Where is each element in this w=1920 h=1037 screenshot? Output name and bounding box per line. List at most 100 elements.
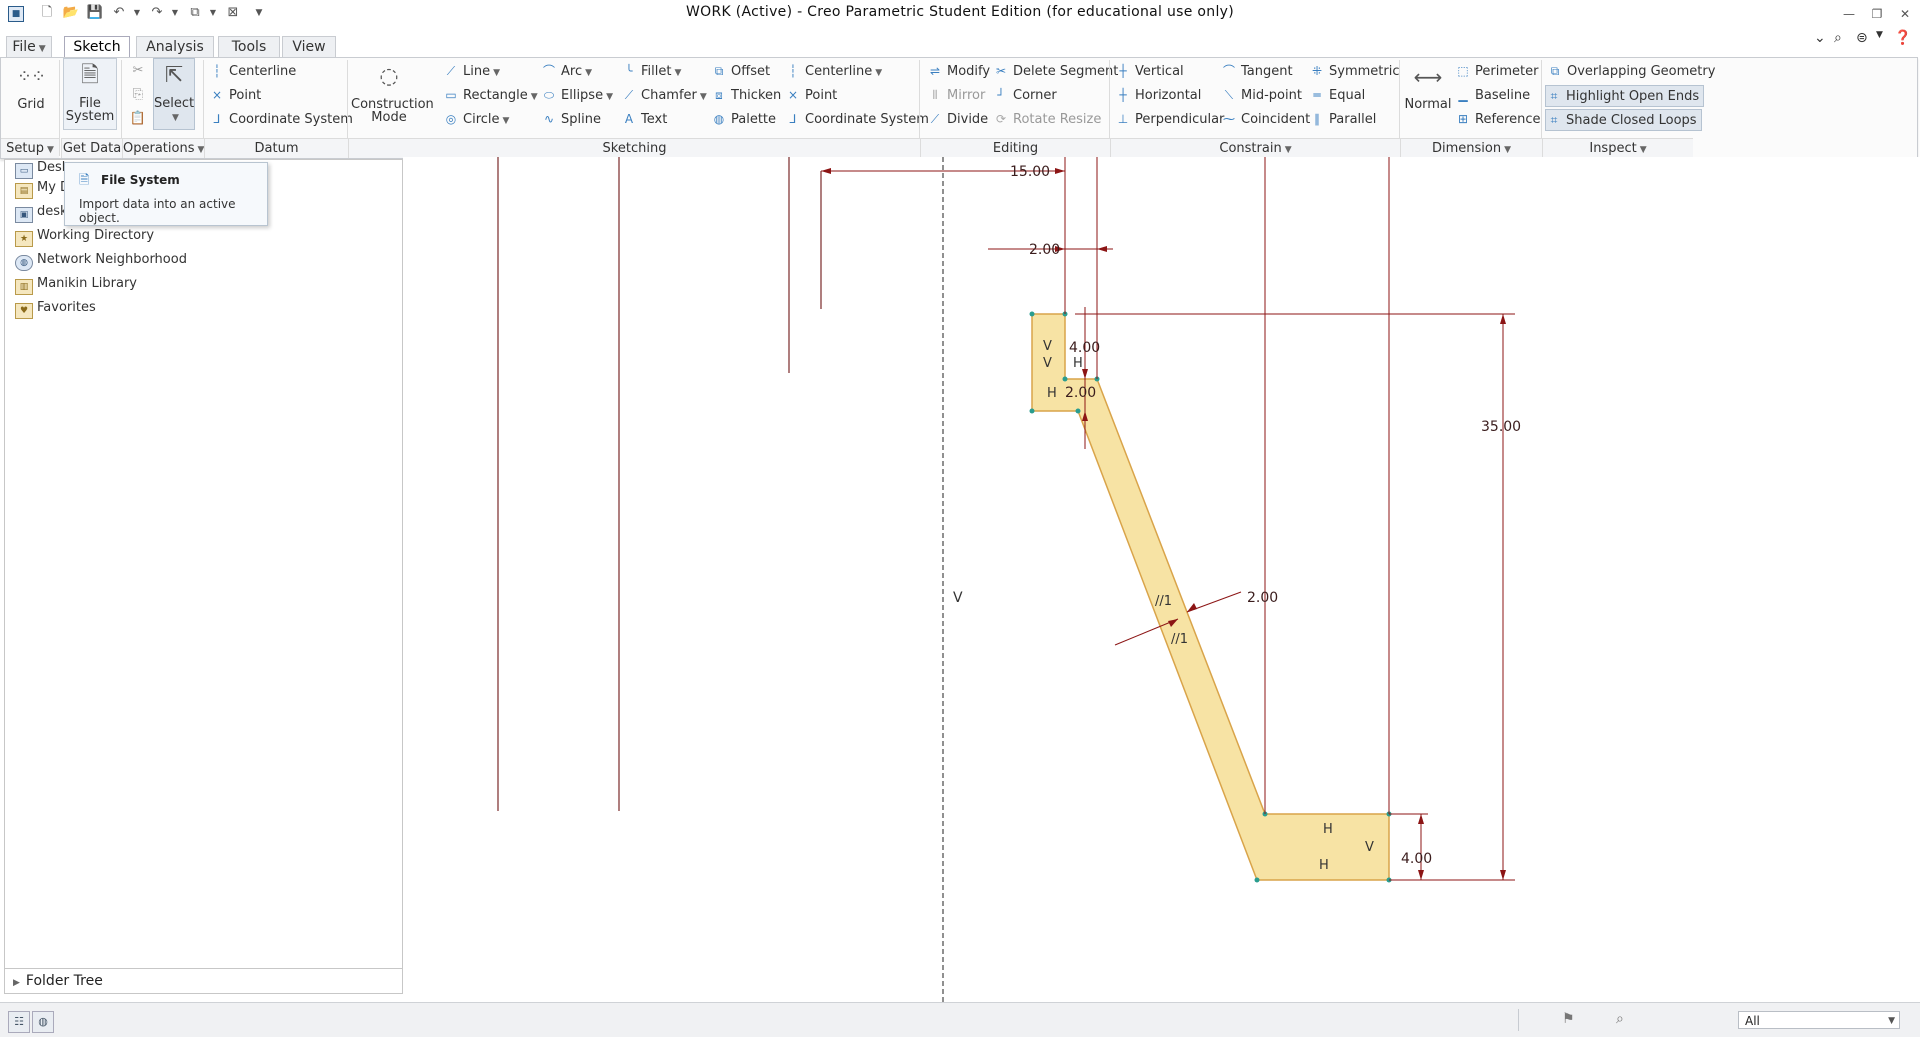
copy-icon[interactable]: ⎘: [129, 86, 147, 104]
restore-icon[interactable]: ❐: [1866, 4, 1888, 24]
normal-dimension-button[interactable]: ⟷ Normal: [1403, 60, 1453, 111]
highlight-open-ends-button[interactable]: ⌗ Highlight Open Ends: [1545, 85, 1705, 107]
constraint-vertical[interactable]: V: [1043, 339, 1052, 354]
tree-item-working-directory[interactable]: ★ Working Directory: [15, 226, 154, 247]
constraint-horizontal[interactable]: H: [1319, 858, 1329, 873]
graphics-area[interactable]: V 15.00 2.00 4.00 2.00 35.00 2.00 4.00 V…: [403, 157, 1920, 1002]
group-operations[interactable]: Operations ▼: [122, 138, 204, 158]
dimension-small-width[interactable]: 2.00: [1029, 242, 1060, 258]
vertical-button[interactable]: ┼ Vertical: [1115, 61, 1183, 81]
close-icon[interactable]: ✕: [1894, 4, 1916, 24]
thicken-button[interactable]: ⧈ Thicken: [711, 85, 781, 105]
perimeter-button[interactable]: ⬚ Perimeter: [1455, 61, 1538, 81]
tree-item-desktop[interactable]: ▭ Desk: [15, 158, 69, 179]
palette-button[interactable]: ◍ Palette: [711, 109, 776, 129]
chamfer-button[interactable]: ⟋ Chamfer ▼: [621, 85, 707, 105]
equal-button[interactable]: ═ Equal: [1309, 85, 1365, 105]
dimension-top-width[interactable]: 15.00: [1010, 164, 1050, 180]
datum-centerline-button[interactable]: ┆ Centerline: [209, 61, 296, 81]
circle-button[interactable]: ◎ Circle ▼: [443, 109, 510, 129]
delete-segment-button[interactable]: ✂ Delete Segment: [993, 61, 1118, 81]
shade-closed-loops-button[interactable]: ⌗ Shade Closed Loops: [1545, 109, 1702, 131]
construction-mode-button[interactable]: ◌ Construction Mode: [351, 60, 434, 124]
dimension-step-width[interactable]: 2.00: [1065, 385, 1096, 401]
group-dimension[interactable]: Dimension ▼: [1400, 138, 1542, 158]
datum-coordinate-system-button[interactable]: ⅃ Coordinate System: [209, 109, 353, 129]
vertex[interactable]: [1062, 376, 1068, 382]
offset-button[interactable]: ⧉ Offset: [711, 61, 770, 81]
constraint-vertical[interactable]: V: [1043, 356, 1052, 371]
rectangle-button[interactable]: ▭ Rectangle ▼: [443, 85, 537, 105]
group-setup[interactable]: Setup ▼: [1, 138, 59, 158]
group-constrain[interactable]: Constrain ▼: [1110, 138, 1400, 158]
tree-item-favorites[interactable]: ♥ Favorites: [15, 298, 96, 319]
vertex[interactable]: [1254, 877, 1260, 883]
tab-sketch[interactable]: Sketch: [64, 36, 130, 57]
parallel-button[interactable]: ∥ Parallel: [1309, 109, 1376, 129]
dimension-bottom-height[interactable]: 4.00: [1401, 851, 1432, 867]
modify-button[interactable]: ⇌ Modify: [927, 61, 990, 81]
selection-filter-dropdown[interactable]: All ▼: [1738, 1011, 1900, 1029]
coincident-button[interactable]: ⁓ Coincident: [1221, 109, 1310, 129]
symmetric-button[interactable]: ⁜ Symmetric: [1309, 61, 1400, 81]
perpendicular-button[interactable]: ⊥ Perpendicular: [1115, 109, 1225, 129]
dimension-step-height[interactable]: 4.00: [1069, 340, 1100, 356]
constraint-horizontal[interactable]: H: [1047, 386, 1057, 401]
spline-button[interactable]: ∿ Spline: [541, 109, 601, 129]
tree-item-my-documents[interactable]: ▤ My D: [15, 178, 70, 199]
dimension-total-height[interactable]: 35.00: [1481, 419, 1521, 435]
grid-button[interactable]: ⁘⁘ Grid: [11, 60, 51, 111]
corner-button[interactable]: ┘ Corner: [993, 85, 1056, 105]
vertex[interactable]: [1075, 408, 1081, 414]
tab-analysis[interactable]: Analysis: [136, 36, 214, 57]
flag-icon[interactable]: ⚑: [1562, 1011, 1575, 1027]
ellipse-button[interactable]: ⬭ Ellipse ▼: [541, 85, 613, 105]
mirror-button[interactable]: ⫴ Mirror: [927, 85, 985, 105]
constraint-vertical[interactable]: V: [1365, 840, 1374, 855]
tangent-button[interactable]: ⌒ Tangent: [1221, 61, 1293, 81]
sketch-coordinate-system-button[interactable]: ⅃ Coordinate System: [785, 109, 929, 129]
tab-view[interactable]: View: [282, 36, 336, 57]
vertex[interactable]: [1029, 311, 1035, 317]
ribbon-minimize-icon[interactable]: ⌄: [1814, 30, 1826, 52]
tab-tools[interactable]: Tools: [218, 36, 280, 57]
group-inspect[interactable]: Inspect ▼: [1542, 138, 1693, 158]
select-button[interactable]: ⇱ Select ▼: [153, 58, 195, 130]
cut-icon[interactable]: ✂: [129, 62, 147, 80]
help-icon[interactable]: ❓: [1894, 30, 1911, 52]
tree-item-manikin-library[interactable]: ▥ Manikin Library: [15, 274, 137, 295]
arc-button[interactable]: ⌒ Arc ▼: [541, 61, 592, 81]
sketch-svg[interactable]: V 15.00 2.00 4.00 2.00 35.00 2.00 4.00 V…: [403, 157, 1920, 1002]
constraint-parallel[interactable]: //1: [1171, 632, 1188, 647]
reference-button[interactable]: ⊞ Reference: [1455, 109, 1541, 129]
rotate-resize-button[interactable]: ⟳ Rotate Resize: [993, 109, 1101, 129]
baseline-button[interactable]: ▁ Baseline: [1455, 85, 1530, 105]
divide-button[interactable]: ⟋ Divide: [927, 109, 988, 129]
folder-tree-toggle[interactable]: ▶ Folder Tree: [5, 968, 402, 993]
fillet-button[interactable]: ╰ Fillet ▼: [621, 61, 681, 81]
midpoint-button[interactable]: ⟍ Mid-point: [1221, 85, 1302, 105]
search-icon[interactable]: ⌕: [1834, 30, 1842, 52]
tab-file[interactable]: File ▼: [6, 36, 52, 57]
file-system-button[interactable]: 🗎 File System: [63, 58, 117, 130]
community-dropdown-icon[interactable]: ▼: [1876, 30, 1883, 52]
paste-icon[interactable]: 📋: [129, 110, 147, 128]
sketch-centerline-button[interactable]: ┆ Centerline ▼: [785, 61, 882, 81]
tree-item-desk[interactable]: ▣ desk: [15, 202, 68, 223]
constraint-horizontal[interactable]: H: [1323, 822, 1333, 837]
overlapping-geometry-button[interactable]: ⧉ Overlapping Geometry: [1547, 61, 1716, 81]
show-browser-icon[interactable]: ◍: [32, 1011, 54, 1033]
text-button[interactable]: A Text: [621, 109, 667, 129]
horizontal-button[interactable]: ┼ Horizontal: [1115, 85, 1201, 105]
tree-item-network-neighborhood[interactable]: ◍ Network Neighborhood: [15, 250, 187, 271]
find-icon[interactable]: ⌕: [1616, 1011, 1624, 1027]
datum-point-button[interactable]: × Point: [209, 85, 261, 105]
line-button[interactable]: ⟋ Line ▼: [443, 61, 500, 81]
minimize-icon[interactable]: —: [1838, 4, 1860, 24]
dimension-thickness[interactable]: 2.00: [1247, 590, 1278, 606]
constraint-parallel[interactable]: //1: [1155, 594, 1172, 609]
constraint-horizontal[interactable]: H: [1073, 356, 1083, 371]
show-navigator-icon[interactable]: ☷: [8, 1011, 30, 1033]
sketch-point-button[interactable]: × Point: [785, 85, 837, 105]
community-icon[interactable]: ⊜: [1856, 30, 1868, 52]
